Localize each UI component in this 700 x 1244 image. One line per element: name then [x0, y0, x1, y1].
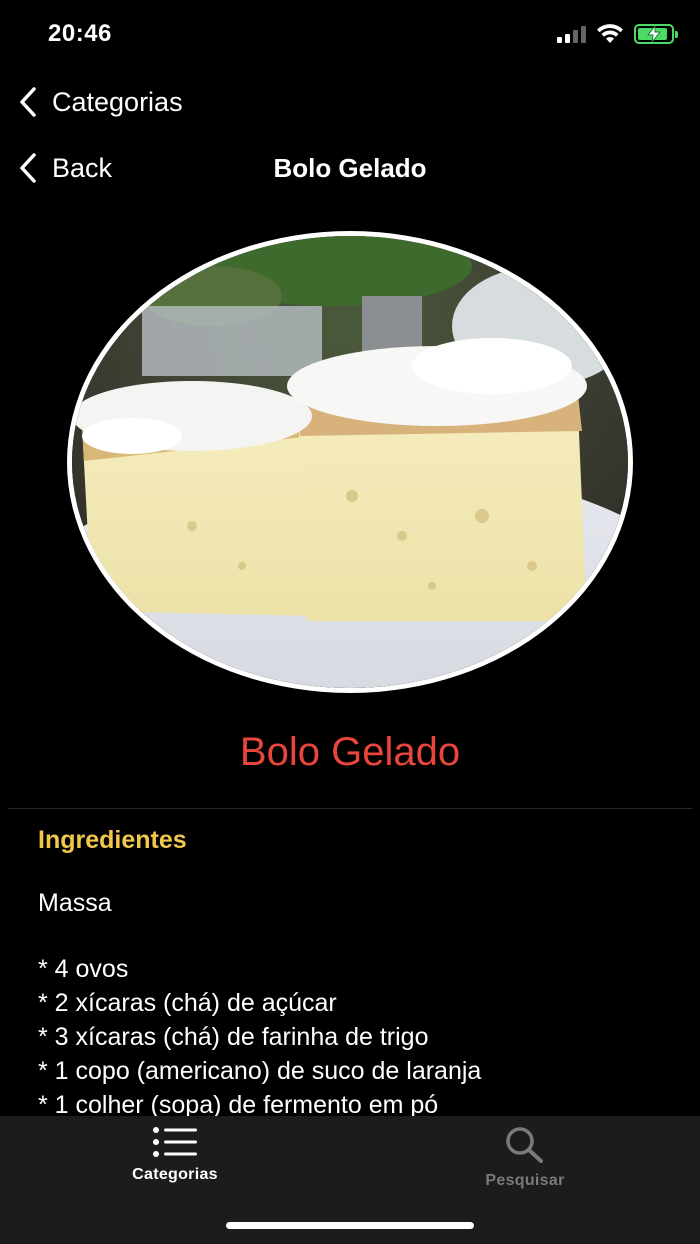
- status-time: 20:46: [48, 20, 112, 47]
- categories-nav-row: Categorias: [0, 72, 700, 132]
- wifi-icon: [597, 24, 623, 43]
- tab-bar: Categorias Pesquisar: [0, 1116, 700, 1244]
- tab-label: Pesquisar: [485, 1172, 565, 1189]
- tab-label: Categorias: [132, 1166, 218, 1183]
- chevron-left-icon: [20, 87, 36, 117]
- recipe-content[interactable]: Ingredientes Massa * 4 ovos * 2 xícaras …: [38, 826, 678, 1116]
- battery-charging-icon: [634, 24, 678, 44]
- ingredient-item: * 3 xícaras (chá) de farinha de trigo: [38, 1023, 429, 1051]
- ingredient-item: * 1 copo (americano) de suco de laranja: [38, 1057, 482, 1085]
- ingredient-item: * 2 xícaras (chá) de açúcar: [38, 989, 337, 1017]
- detail-nav-row: Back Bolo Gelado: [0, 138, 700, 198]
- tab-pesquisar[interactable]: Pesquisar: [425, 1126, 625, 1190]
- recipe-title: Bolo Gelado: [239, 730, 461, 774]
- chevron-left-icon: [20, 153, 36, 183]
- status-icons: [557, 24, 678, 44]
- home-indicator[interactable]: [226, 1222, 474, 1229]
- ingredients-list: * 4 ovos * 2 xícaras (chá) de açúcar * 3…: [38, 952, 678, 1116]
- status-bar: 20:46: [0, 0, 700, 70]
- cellular-signal-icon: [557, 25, 586, 43]
- list-icon: [153, 1127, 197, 1157]
- categories-back-label: Categorias: [52, 86, 183, 117]
- ingredients-heading: Ingredientes: [38, 826, 187, 854]
- subsection-title: Massa: [38, 889, 112, 917]
- ingredient-item: * 4 ovos: [38, 955, 129, 983]
- tab-categorias[interactable]: Categorias: [75, 1126, 275, 1184]
- back-button[interactable]: Back: [0, 152, 112, 184]
- categories-back-button[interactable]: Categorias: [0, 86, 183, 118]
- charging-bolt-icon: [647, 26, 661, 42]
- divider: [8, 808, 692, 809]
- back-label: Back: [52, 152, 113, 183]
- search-icon: [506, 1127, 543, 1163]
- cake-illustration: [72, 236, 628, 688]
- ingredient-item: * 1 colher (sopa) de fermento em pó: [38, 1091, 439, 1116]
- recipe-photo: [67, 231, 633, 693]
